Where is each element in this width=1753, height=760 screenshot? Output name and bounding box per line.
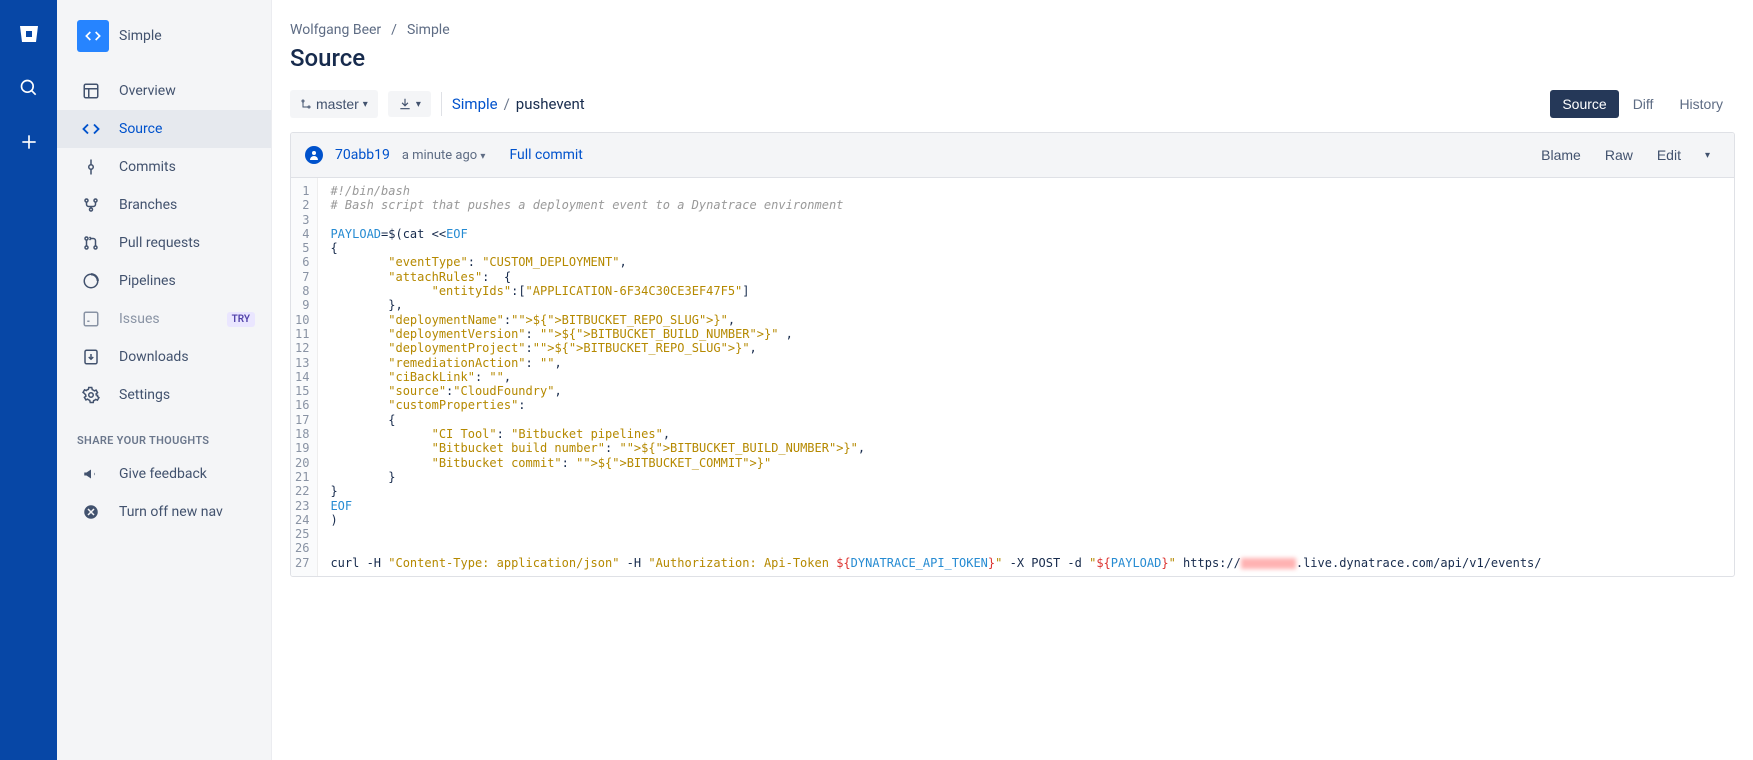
sidebar-item-turnoff-nav[interactable]: Turn off new nav [57, 493, 271, 531]
chevron-down-icon: ▾ [1705, 150, 1710, 161]
overview-icon [81, 81, 101, 101]
sidebar-item-branches[interactable]: Branches [57, 186, 271, 224]
file-path: Simple / pushevent [452, 95, 585, 113]
sidebar-nav: Overview Source Commits Branches Pull re… [57, 72, 271, 414]
breadcrumb-separator: / [391, 22, 397, 38]
branch-selector-button[interactable]: master ▾ [290, 90, 378, 118]
commit-hash-link[interactable]: 70abb19 [335, 147, 390, 163]
pipelines-icon [81, 271, 101, 291]
repo-name[interactable]: Simple [119, 28, 162, 44]
sidebar-item-pipelines[interactable]: Pipelines [57, 262, 271, 300]
try-badge: TRY [227, 312, 255, 327]
sidebar-item-commits[interactable]: Commits [57, 148, 271, 186]
sidebar-item-label: Give feedback [119, 466, 255, 482]
sidebar-item-feedback[interactable]: Give feedback [57, 455, 271, 493]
sidebar-item-label: Downloads [119, 349, 255, 365]
sidebar-item-label: Commits [119, 159, 255, 175]
sidebar-item-label: Branches [119, 197, 255, 213]
code-content[interactable]: #!/bin/bash# Bash script that pushes a d… [318, 178, 1734, 576]
branch-name: master [316, 96, 359, 112]
downloads-icon [81, 347, 101, 367]
path-separator: / [504, 95, 510, 113]
sidebar-item-label: Pipelines [119, 273, 255, 289]
code-view: 1234567891011121314151617181920212223242… [291, 178, 1734, 576]
path-repo-link[interactable]: Simple [452, 95, 498, 113]
toolbar-divider [441, 92, 442, 116]
repo-header: Simple [57, 20, 271, 72]
branches-icon [81, 195, 101, 215]
sidebar-section-label: SHARE YOUR THOUGHTS [57, 414, 271, 455]
raw-button[interactable]: Raw [1595, 141, 1643, 169]
sidebar-item-label: Overview [119, 83, 255, 99]
main-content: Wolfgang Beer / Simple Source master ▾ ▾… [272, 0, 1753, 760]
source-icon [81, 119, 101, 139]
full-commit-link[interactable]: Full commit [509, 147, 582, 163]
file-panel: 70abb19 a minute ago ▾ Full commit Blame… [290, 132, 1735, 577]
sidebar-item-downloads[interactable]: Downloads [57, 338, 271, 376]
close-circle-icon [81, 502, 101, 522]
search-icon[interactable] [13, 72, 45, 104]
blame-button[interactable]: Blame [1531, 141, 1591, 169]
breadcrumb-owner[interactable]: Wolfgang Beer [290, 22, 381, 38]
sidebar-item-issues[interactable]: Issues TRY [57, 300, 271, 338]
create-icon[interactable] [13, 126, 45, 158]
global-navbar [0, 0, 57, 760]
file-header: 70abb19 a minute ago ▾ Full commit Blame… [291, 133, 1734, 178]
gear-icon [81, 385, 101, 405]
sidebar-item-overview[interactable]: Overview [57, 72, 271, 110]
breadcrumb-repo[interactable]: Simple [407, 22, 450, 38]
megaphone-icon [81, 464, 101, 484]
sidebar-item-label: Settings [119, 387, 255, 403]
path-filename: pushevent [516, 95, 585, 113]
view-mode-tabs: Source Diff History [1550, 90, 1735, 118]
sidebar-item-label: Source [119, 121, 255, 137]
download-button[interactable]: ▾ [388, 91, 431, 117]
sidebar-item-label: Issues [119, 311, 209, 327]
source-toolbar: master ▾ ▾ Simple / pushevent Source Dif… [290, 90, 1735, 118]
edit-button[interactable]: Edit [1647, 141, 1691, 169]
file-actions: Blame Raw Edit ▾ [1531, 141, 1720, 169]
commit-author-avatar[interactable] [305, 146, 323, 164]
breadcrumb: Wolfgang Beer / Simple [290, 22, 1735, 38]
page-title: Source [290, 44, 1735, 72]
repo-sidebar: Simple Overview Source Commits Branches … [57, 0, 272, 760]
sidebar-item-label: Pull requests [119, 235, 255, 251]
tab-source[interactable]: Source [1550, 90, 1618, 118]
chevron-down-icon: ▾ [416, 99, 421, 110]
issues-icon [81, 309, 101, 329]
tab-diff[interactable]: Diff [1621, 90, 1666, 118]
chevron-down-icon: ▾ [363, 99, 368, 110]
sidebar-item-settings[interactable]: Settings [57, 376, 271, 414]
sidebar-item-pull-requests[interactable]: Pull requests [57, 224, 271, 262]
commits-icon [81, 157, 101, 177]
sidebar-item-label: Turn off new nav [119, 504, 255, 520]
line-gutter: 1234567891011121314151617181920212223242… [291, 178, 318, 576]
edit-more-button[interactable]: ▾ [1695, 141, 1720, 169]
sidebar-item-source[interactable]: Source [57, 110, 271, 148]
commit-time[interactable]: a minute ago ▾ [402, 148, 486, 163]
tab-history[interactable]: History [1667, 90, 1735, 118]
bitbucket-logo-icon[interactable] [13, 18, 45, 50]
repo-code-icon [77, 20, 109, 52]
pull-requests-icon [81, 233, 101, 253]
